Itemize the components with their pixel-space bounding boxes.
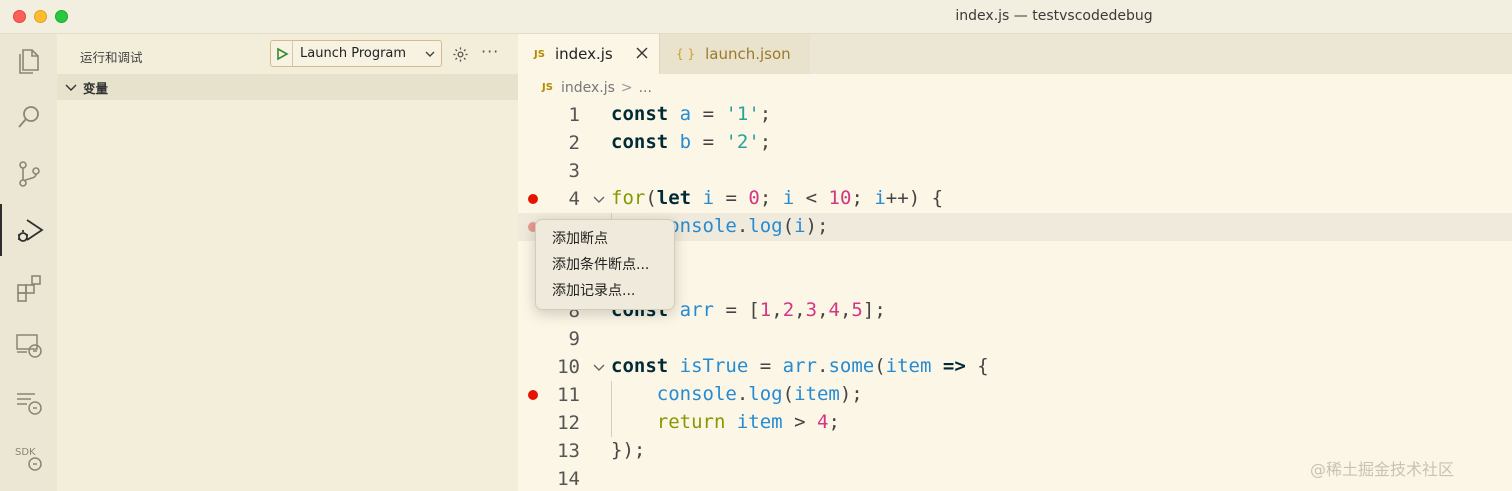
breadcrumb: JS index.js > ... — [518, 74, 1512, 101]
variables-section-title: 变量 — [83, 80, 109, 96]
svg-text:SDK: SDK — [15, 447, 36, 458]
fold-chevron-icon[interactable] — [592, 192, 606, 206]
code-line[interactable]: 12 return item > 4; — [518, 409, 1512, 437]
api-docs-icon — [16, 393, 42, 415]
remote-explorer-icon — [15, 334, 42, 358]
start-debugging-button[interactable] — [271, 41, 293, 66]
close-icon[interactable] — [635, 46, 649, 60]
explorer-icon — [18, 49, 39, 74]
breakpoint-icon[interactable] — [528, 194, 538, 204]
js-file-icon: JS — [542, 82, 553, 93]
gear-icon — [452, 46, 468, 62]
breadcrumb-more[interactable]: ... — [639, 80, 652, 96]
code-line[interactable]: 3 — [518, 157, 1512, 185]
activity-bar: SDK — [0, 34, 57, 491]
window-title: index.js — testvscodedebug — [955, 8, 1153, 24]
launch-config-label: Launch Program — [300, 46, 407, 61]
tab-bar: JS index.js { } launch.json — [518, 34, 1512, 74]
line-number: 9 — [568, 328, 580, 350]
activity-sdk[interactable]: SDK — [0, 432, 57, 484]
activity-search[interactable] — [0, 91, 57, 143]
code-line[interactable]: 1 const a = '1'; — [518, 101, 1512, 129]
line-number: 3 — [568, 160, 580, 182]
gutter-context-menu: 添加断点 添加条件断点... 添加记录点... — [535, 219, 675, 310]
activity-extensions[interactable] — [0, 262, 57, 314]
code-line[interactable]: 4 for(let i = 0; i < 10; i++) { — [518, 185, 1512, 213]
code-text: }); — [611, 439, 646, 461]
tab-label: launch.json — [705, 45, 791, 63]
tab-label: index.js — [554, 45, 613, 63]
line-number: 2 — [568, 132, 580, 154]
run-debug-icon — [17, 219, 44, 242]
json-file-icon: { } — [676, 47, 696, 61]
chevron-down-icon — [65, 84, 77, 91]
source-control-icon — [18, 161, 40, 187]
js-file-icon: JS — [534, 48, 545, 60]
add-conditional-breakpoint-menu-item[interactable]: 添加条件断点... — [536, 252, 674, 278]
line-number: 14 — [557, 468, 580, 490]
breadcrumb-separator: > — [620, 79, 633, 96]
open-launch-json-button[interactable] — [450, 44, 470, 64]
sdk-icon: SDK — [15, 447, 42, 471]
code-text: const a = '1'; — [611, 103, 772, 125]
line-number: 4 — [568, 188, 580, 210]
play-icon — [276, 47, 289, 60]
activity-run-debug[interactable] — [0, 204, 57, 256]
add-logpoint-menu-item[interactable]: 添加记录点... — [536, 278, 674, 304]
code-text: return item > 4; — [656, 411, 840, 433]
more-actions-button[interactable]: ··· — [481, 42, 499, 61]
debug-sidebar: 运行和调试 Launch Program ··· 变量 — [57, 34, 518, 491]
code-text: for(let i = 0; i < 10; i++) { — [611, 187, 944, 209]
code-text: console.log(item); — [656, 383, 863, 405]
search-icon — [17, 106, 39, 128]
activity-source-control[interactable] — [0, 148, 57, 200]
line-number: 11 — [557, 384, 580, 406]
watermark: @稀土掘金技术社区 — [1310, 460, 1455, 479]
line-number: 1 — [568, 104, 580, 126]
code-line[interactable]: 2 const b = '2'; — [518, 129, 1512, 157]
line-number: 13 — [557, 440, 580, 462]
fold-chevron-icon[interactable] — [592, 360, 606, 374]
chevron-down-icon — [419, 48, 441, 60]
launch-config-select[interactable]: Launch Program — [270, 40, 442, 67]
code-text: const isTrue = arr.some(item => { — [611, 355, 989, 377]
breadcrumb-file[interactable]: index.js — [561, 80, 615, 96]
tab-index-js[interactable]: JS index.js — [518, 34, 659, 74]
variables-section-header[interactable]: 变量 — [57, 74, 518, 100]
code-line[interactable]: 9 — [518, 325, 1512, 353]
activity-api-docs[interactable] — [0, 376, 57, 428]
code-line[interactable]: 11 console.log(item); — [518, 381, 1512, 409]
code-text: const b = '2'; — [611, 131, 772, 153]
line-number: 10 — [557, 356, 580, 378]
sidebar-title: 运行和调试 — [80, 50, 143, 65]
activity-explorer[interactable] — [0, 34, 57, 86]
add-breakpoint-menu-item[interactable]: 添加断点 — [536, 226, 674, 252]
title-bar: index.js — testvscodedebug — [0, 0, 1512, 34]
line-number: 12 — [557, 412, 580, 434]
extensions-icon — [16, 275, 41, 302]
activity-remote-explorer[interactable] — [0, 319, 57, 371]
indent-guide — [611, 381, 612, 437]
tab-launch-json[interactable]: { } launch.json — [659, 34, 810, 74]
code-line[interactable]: 10 const isTrue = arr.some(item => { — [518, 353, 1512, 381]
sidebar-header: 运行和调试 Launch Program ··· — [57, 34, 518, 74]
breakpoint-icon[interactable] — [528, 390, 538, 400]
